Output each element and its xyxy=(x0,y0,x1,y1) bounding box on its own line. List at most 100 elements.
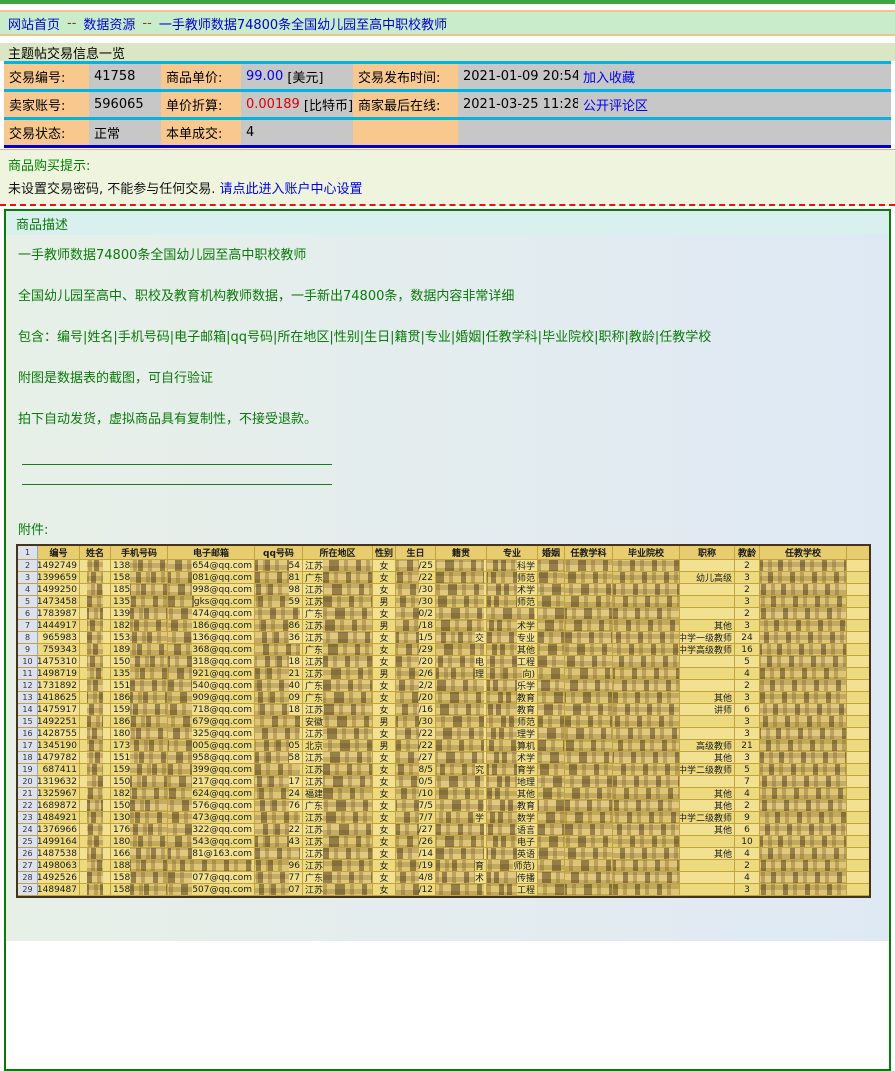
sheet-cell: 1/5 xyxy=(396,632,436,643)
sheet-cell xyxy=(760,704,847,715)
sheet-cell: 江苏 xyxy=(303,632,373,643)
blurred-data-patch xyxy=(613,776,679,787)
sheet-cell: 86 xyxy=(255,620,303,631)
blurred-data-patch xyxy=(538,764,564,775)
blurred-data-patch xyxy=(396,860,419,871)
cell-native-place: 电 xyxy=(475,656,484,667)
blurred-data-patch xyxy=(760,680,846,691)
blurred-data-patch xyxy=(760,572,846,583)
sheet-cell xyxy=(436,608,487,619)
sheet-cell xyxy=(538,572,565,583)
cell-birthday: 1/5 xyxy=(419,633,433,643)
blurred-data-patch xyxy=(255,824,289,835)
seller-value: 596065 xyxy=(89,92,161,117)
trade-no-value: 41758 xyxy=(89,64,161,89)
blurred-data-patch xyxy=(168,596,194,607)
sheet-header-text: qq号码 xyxy=(263,546,294,559)
blurred-data-patch xyxy=(760,800,846,811)
sheet-cell xyxy=(565,704,613,715)
cell-birthday: /27 xyxy=(419,825,433,835)
sheet-cell xyxy=(436,740,487,751)
breadcrumb-home-link[interactable]: 网站首页 xyxy=(8,14,60,33)
sheet-cell: 3 xyxy=(735,572,760,583)
cell-teaching-years: 3 xyxy=(744,897,750,899)
sheet-cell xyxy=(760,692,847,703)
blurred-data-patch xyxy=(487,560,517,571)
blurred-data-patch xyxy=(130,572,167,583)
blurred-data-patch xyxy=(613,812,679,823)
sheet-cell xyxy=(436,776,487,787)
blurred-data-patch xyxy=(436,584,484,595)
blurred-data-patch xyxy=(255,620,289,631)
sheet-cell: 130 xyxy=(111,812,168,823)
sheet-cell: 189 xyxy=(111,644,168,655)
sheet-cell: 江苏 xyxy=(303,704,373,715)
sheet-cell xyxy=(80,560,111,571)
blurred-data-patch xyxy=(613,716,679,727)
cell-major: 数学 xyxy=(517,812,535,823)
blurred-data-patch xyxy=(760,752,846,763)
blurred-data-patch xyxy=(613,788,679,799)
sheet-cell: 759343 xyxy=(38,644,80,655)
cell-job-title: 中学一级教师 xyxy=(680,632,732,643)
blurred-data-patch xyxy=(538,800,564,811)
sheet-cell xyxy=(80,764,111,775)
sheet-cell xyxy=(538,584,565,595)
cell-qq: 43 xyxy=(289,837,300,847)
cell-qq: 92 xyxy=(289,897,300,899)
sheet-cell: 安徽 xyxy=(303,716,373,727)
sheet-cell: 电子 xyxy=(487,836,538,847)
sheet-cell xyxy=(255,848,303,859)
blurred-data-patch xyxy=(168,632,192,643)
cell-qq: 76 xyxy=(289,801,300,811)
sheet-cell: 2 xyxy=(735,680,760,691)
sheet-cell xyxy=(538,860,565,871)
cell-teaching-years: 10 xyxy=(741,837,752,847)
description-paragraph: 附图是数据表的截图，可自行验证 xyxy=(18,370,883,387)
sheet-cell: 2/2 xyxy=(396,680,436,691)
sheet-cell: 24 xyxy=(735,632,760,643)
cell-major: 英语 xyxy=(517,848,535,859)
blurred-data-patch xyxy=(760,704,846,715)
account-center-link[interactable]: 请点此进入账户中心设置 xyxy=(220,182,363,197)
sheet-data-row: 111498719135921@qq.com21江苏男2/6理向)4 xyxy=(18,668,869,680)
add-favorite-link[interactable]: 加入收藏 xyxy=(583,67,635,86)
cell-gender: 女 xyxy=(379,752,388,763)
blurred-data-patch xyxy=(538,680,564,691)
public-comments-link[interactable]: 公开评论区 xyxy=(583,95,648,114)
blurred-data-patch xyxy=(255,872,289,883)
sheet-row-number: 24 xyxy=(18,824,38,835)
sheet-cell: 4/8 xyxy=(396,872,436,883)
blurred-data-patch xyxy=(538,884,564,895)
sheet-row-number: 5 xyxy=(18,596,38,607)
blurred-data-patch xyxy=(323,896,372,898)
cell-native-place: 究 xyxy=(475,764,484,775)
sheet-cell: 福建 xyxy=(303,788,373,799)
cell-id: 1428755 xyxy=(38,729,77,739)
sheet-cell xyxy=(565,572,613,583)
breadcrumb-section-link[interactable]: 数据资源 xyxy=(83,14,135,33)
cell-birthday: /29 xyxy=(419,645,433,655)
sheet-row-number: 2 xyxy=(18,560,38,571)
cell-region: 江苏 xyxy=(305,656,323,667)
blurred-data-patch xyxy=(168,692,192,703)
price-amount: 99.00 xyxy=(246,69,283,84)
blurred-data-patch xyxy=(168,656,192,667)
sheet-data-row: 27149806318896江苏女/19育师范)2 xyxy=(18,860,869,872)
cell-phone: 158 xyxy=(113,885,130,895)
divider-green-line xyxy=(22,484,332,485)
cell-phone: 189 xyxy=(113,645,130,655)
cell-id: 1499164 xyxy=(38,837,77,847)
cell-gender: 女 xyxy=(379,848,388,859)
sheet-cell xyxy=(760,680,847,691)
sheet-cell: 077@qq.com xyxy=(168,872,255,883)
cell-job-title: 其他 xyxy=(714,848,732,859)
cell-id: 1479782 xyxy=(38,753,77,763)
cell-id: 1689872 xyxy=(38,801,77,811)
sheet-cell xyxy=(168,860,255,871)
sheet-cell xyxy=(680,728,735,739)
breadcrumb-current-title: 一手教师数据74800条全国幼儿园至高中职校教师 xyxy=(159,14,447,33)
sheet-cell: 81 xyxy=(255,572,303,583)
sheet-cell xyxy=(80,800,111,811)
sheet-cell: /19 xyxy=(396,860,436,871)
